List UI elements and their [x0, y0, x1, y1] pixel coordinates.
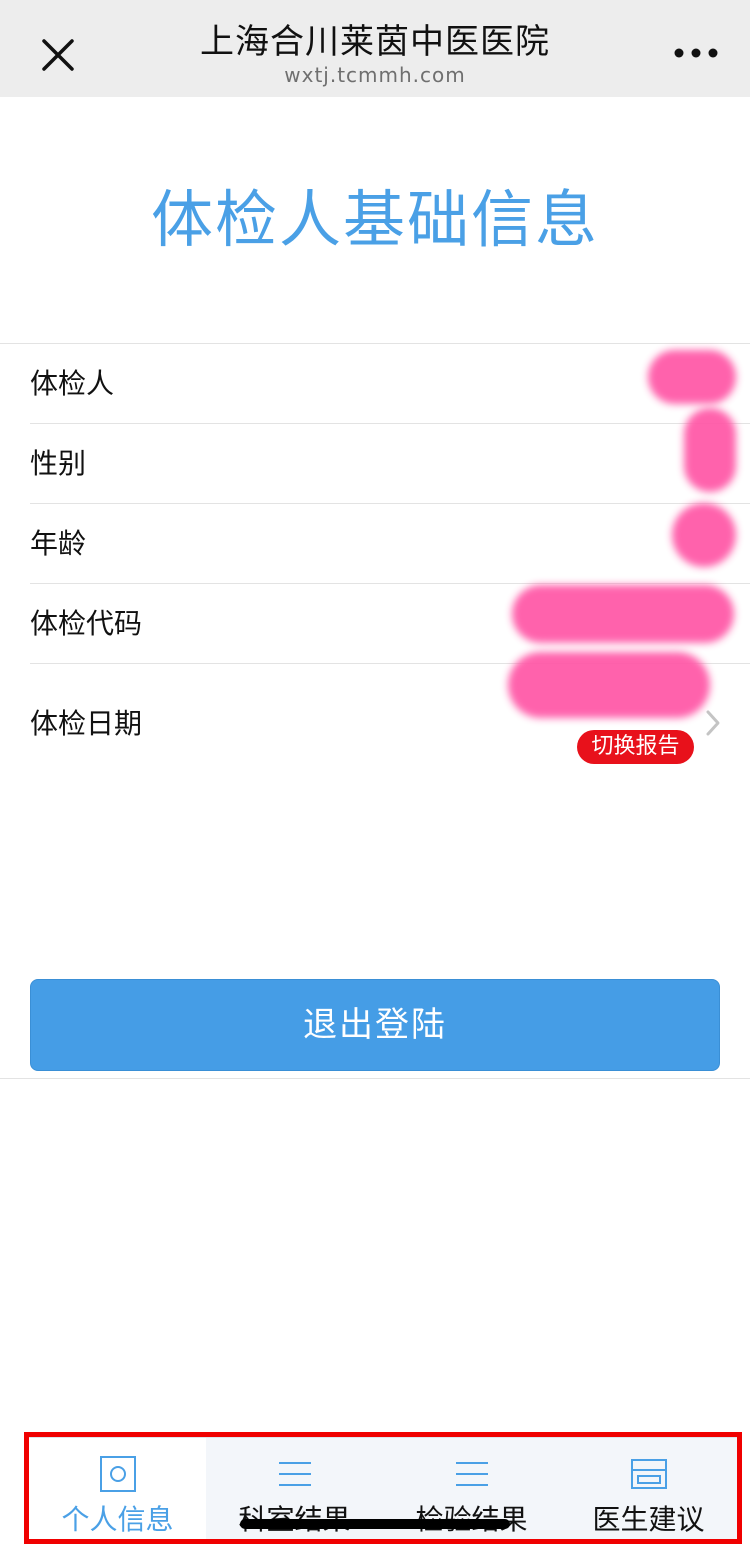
- site-url: wxtj.tcmmh.com: [284, 63, 466, 87]
- redaction-mark: [672, 503, 736, 567]
- more-button[interactable]: [672, 38, 720, 68]
- redaction-mark: [508, 652, 710, 718]
- info-row-age: 年龄: [30, 504, 750, 584]
- info-label: 体检日期: [30, 707, 143, 740]
- info-label: 性别: [30, 447, 87, 480]
- redaction-mark: [512, 585, 734, 643]
- redaction-mark: [684, 408, 736, 492]
- logout-button[interactable]: 退出登陆: [30, 979, 720, 1071]
- top-bar: 上海合川莱茵中医医院 wxtj.tcmmh.com: [0, 0, 750, 97]
- redaction-mark: [648, 350, 736, 404]
- site-title: 上海合川莱茵中医医院: [200, 22, 550, 62]
- switch-report-badge[interactable]: 切换报告: [577, 730, 694, 764]
- home-indicator: [240, 1519, 510, 1529]
- more-icon: [674, 48, 718, 58]
- info-label: 年龄: [30, 527, 87, 560]
- info-label: 体检人: [30, 367, 115, 400]
- divider: [0, 1078, 750, 1079]
- info-row-gender: 性别: [30, 424, 750, 504]
- info-label: 体检代码: [30, 607, 143, 640]
- chevron-right-icon: [706, 710, 720, 736]
- page-title: 体检人基础信息: [150, 183, 599, 256]
- info-row-examinee: 体检人: [30, 344, 750, 424]
